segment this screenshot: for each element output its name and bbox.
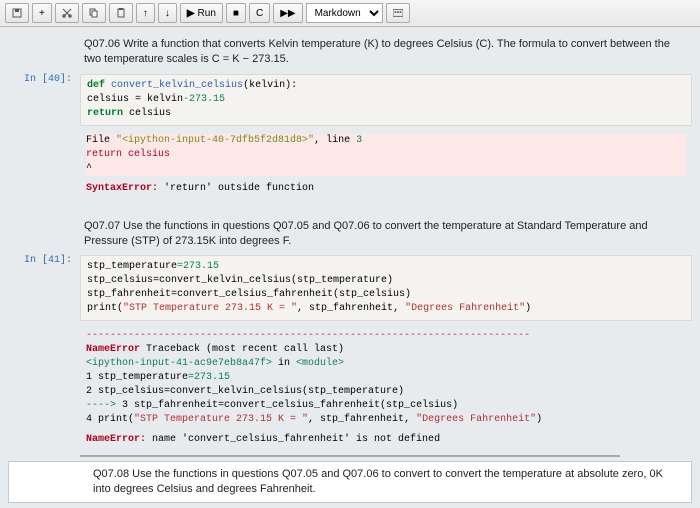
markdown-cell[interactable]: Q07.06 Write a function that converts Ke…: [0, 32, 700, 72]
insert-cell-button[interactable]: +: [32, 3, 52, 23]
markdown-cell[interactable]: Q07.08 Use the functions in questions Q0…: [8, 461, 692, 503]
stop-button[interactable]: ■: [226, 3, 246, 23]
markdown-text: Q07.07 Use the functions in questions Q0…: [80, 216, 692, 252]
paste-button[interactable]: [109, 3, 133, 23]
move-down-button[interactable]: ↓: [158, 3, 177, 23]
move-up-button[interactable]: ↑: [136, 3, 155, 23]
in-prompt: In [40]:: [8, 74, 80, 126]
cell-divider: [80, 455, 620, 457]
code-cell[interactable]: In [40]: def convert_kelvin_celsius(kelv…: [0, 72, 700, 128]
restart-button[interactable]: C: [249, 3, 270, 23]
cut-button[interactable]: [55, 3, 79, 23]
output-cell: File "<ipython-input-40-7dfb5f2d81d8>", …: [0, 128, 700, 202]
error-output: ----------------------------------------…: [80, 325, 692, 451]
run-button[interactable]: ▶Run: [180, 3, 223, 23]
save-button[interactable]: [5, 3, 29, 23]
prompt: [8, 34, 80, 70]
output-cell: ----------------------------------------…: [0, 323, 700, 453]
command-palette-button[interactable]: [386, 3, 410, 23]
error-output: File "<ipython-input-40-7dfb5f2d81d8>", …: [80, 130, 692, 200]
markdown-cell[interactable]: Q07.07 Use the functions in questions Q0…: [0, 214, 700, 254]
markdown-text: Q07.08 Use the functions in questions Q0…: [89, 464, 683, 500]
cell-type-select[interactable]: Markdown: [306, 3, 383, 23]
markdown-text: Q07.06 Write a function that converts Ke…: [80, 34, 692, 70]
notebook-content: Q07.06 Write a function that converts Ke…: [0, 27, 700, 508]
code-cell[interactable]: In [41]: stp_temperature=273.15 stp_cels…: [0, 253, 700, 323]
toolbar: + ↑ ↓ ▶Run ■ C ▶▶ Markdown: [0, 0, 700, 27]
restart-run-all-button[interactable]: ▶▶: [273, 3, 302, 23]
code-input[interactable]: stp_temperature=273.15 stp_celsius=conve…: [80, 255, 692, 321]
code-input[interactable]: def convert_kelvin_celsius(kelvin): cels…: [80, 74, 692, 126]
in-prompt: In [41]:: [8, 255, 80, 321]
run-label: Run: [198, 8, 216, 19]
copy-button[interactable]: [82, 3, 106, 23]
